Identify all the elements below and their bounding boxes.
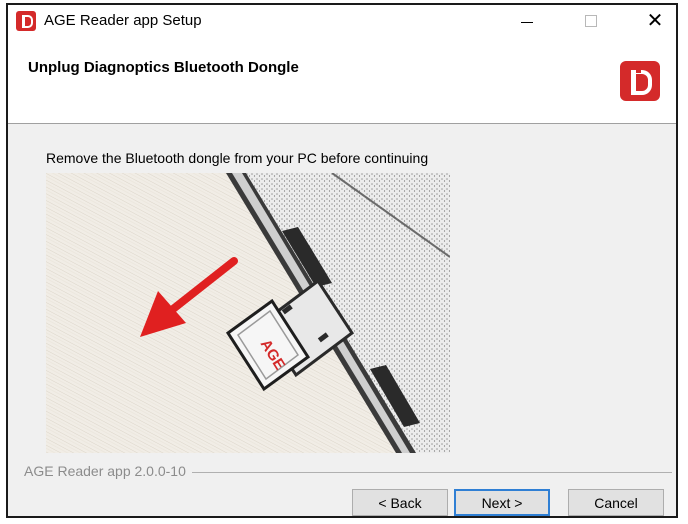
maximize-button[interactable] xyxy=(568,5,614,37)
window-title: AGE Reader app Setup xyxy=(44,12,202,29)
instruction-text: Remove the Bluetooth dongle from your PC… xyxy=(46,150,429,166)
title-bar[interactable]: AGE Reader app Setup ✕ xyxy=(8,5,676,37)
minimize-icon xyxy=(521,21,533,23)
back-button[interactable]: < Back xyxy=(352,489,448,516)
brand-logo-icon xyxy=(620,61,660,101)
setup-window: AGE Reader app Setup ✕ Unplug Diagnoptic… xyxy=(6,3,678,518)
cancel-button[interactable]: Cancel xyxy=(568,489,664,516)
maximize-icon xyxy=(585,15,597,27)
close-icon: ✕ xyxy=(646,10,664,32)
minimize-button[interactable] xyxy=(504,5,550,37)
app-logo-icon xyxy=(16,11,36,31)
next-button[interactable]: Next > xyxy=(454,489,550,516)
dongle-illustration: AGE xyxy=(46,173,450,453)
close-button[interactable]: ✕ xyxy=(632,5,676,37)
wizard-header: Unplug Diagnoptics Bluetooth Dongle xyxy=(8,37,676,124)
version-label: AGE Reader app 2.0.0-10 xyxy=(24,463,192,479)
page-title: Unplug Diagnoptics Bluetooth Dongle xyxy=(28,59,299,76)
